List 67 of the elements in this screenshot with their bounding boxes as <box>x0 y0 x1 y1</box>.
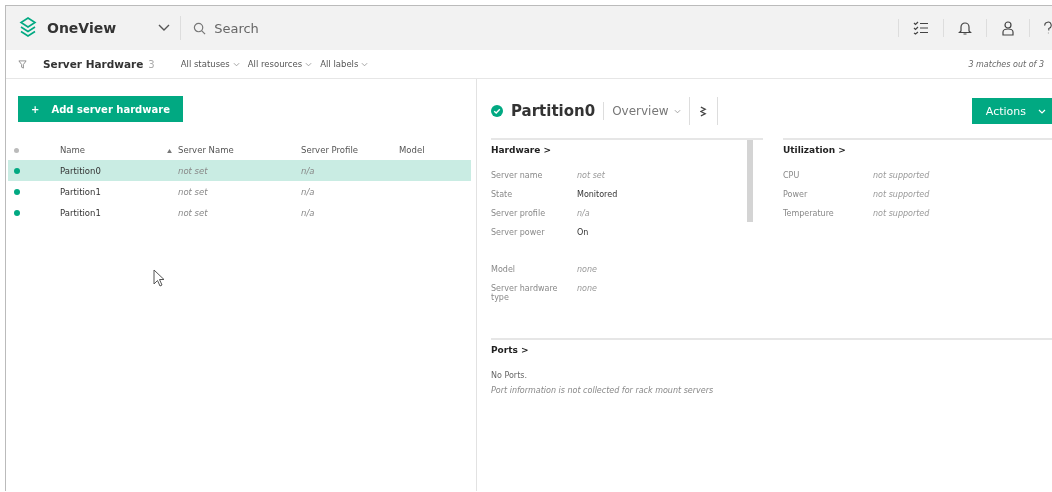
property-value: not set <box>577 171 605 182</box>
status-dot-icon <box>14 209 20 216</box>
status-header-icon <box>14 147 19 153</box>
chevron-down-icon <box>305 61 313 67</box>
help-icon[interactable] <box>1029 19 1052 37</box>
status-dot-icon <box>14 188 20 195</box>
table-cell: not set <box>178 186 208 197</box>
search-icon <box>193 21 207 35</box>
view-dropdown[interactable]: Overview <box>604 97 690 125</box>
chevron-down-icon <box>1038 108 1046 114</box>
chevron-down-icon <box>232 61 240 67</box>
status-ok-icon <box>491 105 503 117</box>
mouse-cursor-icon <box>153 269 165 287</box>
property-value: n/a <box>577 209 590 220</box>
table-row[interactable]: Partition1 not set n/a <box>8 181 471 202</box>
column-header[interactable]: Server Profile <box>301 145 399 155</box>
property-value: not supported <box>873 190 930 201</box>
property-value: none <box>577 284 597 295</box>
property-value: none <box>577 265 597 276</box>
app-title: OneView <box>47 20 117 36</box>
section-heading[interactable]: Hardware > <box>491 140 763 155</box>
table-cell: Partition1 <box>60 186 101 197</box>
search-field[interactable]: Search <box>212 19 417 37</box>
status-dot-icon <box>14 167 20 174</box>
chevron-down-icon <box>673 108 681 114</box>
property-label: CPU <box>783 171 801 182</box>
property-label: Server power <box>491 228 546 239</box>
page-title: Server Hardware <box>43 58 144 70</box>
property-label: Server hardware type <box>491 284 559 303</box>
table-cell: Partition0 <box>60 165 101 176</box>
property-value: not supported <box>873 171 930 182</box>
match-count: 3 matches out of 3 <box>968 59 1044 69</box>
stack-logo-icon <box>18 16 38 40</box>
property-label: Server name <box>491 171 544 182</box>
column-header[interactable]: Server Name <box>175 145 301 155</box>
property-value: Monitored <box>577 190 618 201</box>
table-cell: n/a <box>301 207 315 218</box>
detail-title: Partition0 <box>511 102 605 120</box>
property-value: On <box>577 228 589 239</box>
property-label: Server profile <box>491 209 547 220</box>
property-value: not supported <box>873 209 930 220</box>
property-label: Power <box>783 190 809 201</box>
filter-dropdown[interactable]: All resources <box>247 59 321 69</box>
sort-ascending-icon[interactable] <box>167 149 172 153</box>
property-label: Model <box>491 265 517 276</box>
table-cell: n/a <box>301 186 315 197</box>
ports-note: Port information is not collected for rack mount servers <box>491 386 715 395</box>
table-row[interactable]: Partition1 not set n/a <box>8 202 471 223</box>
ports-message: No Ports. <box>491 371 528 380</box>
filter-dropdown[interactable]: All labels <box>320 59 377 69</box>
filter-icon[interactable] <box>18 59 27 69</box>
table-cell: not set <box>178 165 208 176</box>
column-header[interactable]: Model <box>399 145 459 155</box>
filter-dropdown[interactable]: All statuses <box>180 59 248 69</box>
chevron-down-icon <box>361 61 369 67</box>
section-heading[interactable]: Utilization > <box>783 140 1052 155</box>
property-label: State <box>491 190 514 201</box>
column-header[interactable]: Name <box>38 145 175 155</box>
scrollbar[interactable] <box>747 140 753 222</box>
table-cell: not set <box>178 207 208 218</box>
table-cell: Partition1 <box>60 207 101 218</box>
table-row[interactable]: Partition0 not set n/a <box>8 160 471 181</box>
property-label: Temperature <box>783 209 835 220</box>
section-heading[interactable]: Ports > <box>491 340 1052 355</box>
chevron-down-icon[interactable] <box>158 24 171 32</box>
item-count: 3 <box>148 58 155 70</box>
table-cell: n/a <box>301 165 315 176</box>
